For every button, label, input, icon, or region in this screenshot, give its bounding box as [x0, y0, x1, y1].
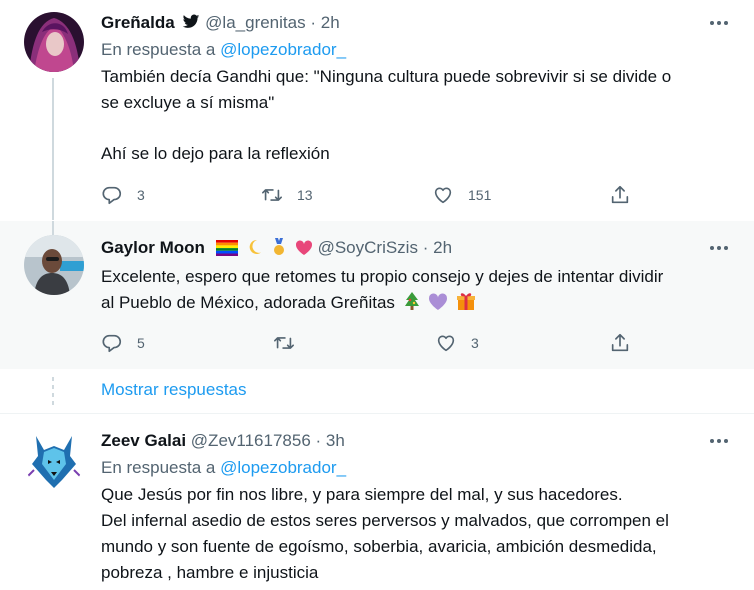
crescent-moon-icon — [245, 238, 263, 262]
show-replies-row[interactable]: Mostrar respuestas — [0, 369, 754, 413]
share-button[interactable] — [609, 183, 631, 207]
retweet-icon — [262, 189, 282, 201]
christmas-tree-icon — [403, 291, 421, 319]
avatar[interactable] — [24, 430, 84, 490]
reply-button[interactable]: 5 — [101, 331, 145, 355]
twitter-bird-icon — [182, 14, 200, 36]
display-name[interactable]: Zeev Galai — [101, 431, 186, 450]
tweet-text: También decía Gandhi que: "Ninguna cultu… — [101, 64, 738, 167]
separator-dot: · — [310, 13, 317, 32]
tweet-text-line — [101, 116, 738, 142]
thread-line — [52, 221, 54, 235]
user-handle[interactable]: @la_grenitas — [205, 13, 305, 32]
tweet-text-line: pobreza , hambre e injusticia — [101, 563, 319, 582]
show-replies-link[interactable]: Mostrar respuestas — [101, 379, 247, 401]
tweet-text-line: al Pueblo de México, adorada Greñitas — [101, 290, 738, 319]
thread-line — [52, 78, 54, 220]
thread-dots — [52, 377, 54, 405]
tweet-actions: 3 13 151 — [101, 183, 641, 207]
like-count: 151 — [468, 187, 492, 203]
share-icon — [611, 185, 629, 204]
tweet-3[interactable]: Zeev Galai @Zev11617856 · 3h En respuest… — [0, 414, 754, 590]
more-horizontal-icon — [710, 439, 728, 443]
avatar[interactable] — [24, 235, 84, 295]
display-name[interactable]: Greñalda — [101, 13, 175, 32]
reply-prefix: En respuesta a — [101, 40, 216, 59]
heart-emoji-icon — [295, 240, 313, 262]
tweet-header: Greñalda @la_grenitas · 2h — [101, 12, 738, 34]
separator-dot: · — [422, 238, 429, 257]
reply-icon — [102, 186, 122, 205]
tweet-text-line: Excelente, espero que retomes tu propio … — [101, 267, 664, 286]
tweet-text: Excelente, espero que retomes tu propio … — [101, 264, 738, 319]
tweet-2[interactable]: Gaylor Moon @SoyCriSzis · 2h Excelente, … — [0, 221, 754, 369]
tweet-text-line: mundo y son fuente de egoísmo, soberbia,… — [101, 537, 657, 556]
reply-prefix: En respuesta a — [101, 458, 216, 477]
more-options-button[interactable] — [708, 430, 730, 452]
separator-dot: · — [315, 431, 322, 450]
retweet-button[interactable] — [273, 331, 309, 355]
tweet-actions: 5 3 — [101, 331, 641, 355]
tweet-text-line: También decía Gandhi que: "Ninguna cultu… — [101, 67, 672, 86]
reply-to-link[interactable]: @lopezobrador_ — [220, 458, 346, 477]
reply-icon — [102, 334, 122, 353]
tweet-text-line: Que Jesús por fin nos libre, y para siem… — [101, 485, 623, 504]
timestamp[interactable]: 2h — [433, 238, 452, 257]
more-horizontal-icon — [710, 21, 728, 25]
reply-context: En respuesta a @lopezobrador_ — [101, 457, 738, 479]
tweet-text-segment: al Pueblo de México, adorada Greñitas — [101, 293, 395, 312]
tweet-text-line: Del infernal asedio de estos seres perve… — [101, 511, 669, 530]
like-count: 3 — [471, 335, 479, 351]
reply-to-link[interactable]: @lopezobrador_ — [220, 40, 346, 59]
user-handle[interactable]: @SoyCriSzis — [318, 238, 418, 257]
reply-count: 5 — [137, 335, 145, 351]
more-horizontal-icon — [710, 246, 728, 250]
tweet-header: Zeev Galai @Zev11617856 · 3h — [101, 430, 738, 452]
tweet-text-line: se excluye a sí misma" — [101, 93, 275, 112]
timestamp[interactable]: 3h — [326, 431, 345, 450]
retweet-button[interactable]: 13 — [261, 183, 313, 207]
timestamp[interactable]: 2h — [321, 13, 340, 32]
share-button[interactable] — [609, 331, 631, 355]
more-options-button[interactable] — [708, 12, 730, 34]
gift-icon — [456, 291, 476, 319]
display-name[interactable]: Gaylor Moon — [101, 238, 205, 257]
reply-button[interactable]: 3 — [101, 183, 145, 207]
share-icon — [611, 333, 629, 352]
purple-heart-icon — [428, 293, 448, 319]
heart-icon — [434, 187, 452, 204]
avatar-image — [24, 12, 84, 72]
like-button[interactable]: 151 — [432, 183, 491, 207]
tweet-header: Gaylor Moon @SoyCriSzis · 2h — [101, 237, 738, 259]
rainbow-flag-icon — [215, 240, 238, 262]
retweet-icon — [274, 337, 294, 349]
tweet-text-line: Ahí se lo dejo para la reflexión — [101, 144, 330, 163]
reply-context: En respuesta a @lopezobrador_ — [101, 39, 738, 61]
medal-icon — [271, 238, 287, 262]
avatar[interactable] — [24, 12, 84, 72]
avatar-image — [24, 235, 84, 295]
more-options-button[interactable] — [708, 237, 730, 259]
tweet-text: Que Jesús por fin nos libre, y para siem… — [101, 482, 738, 586]
retweet-count: 13 — [297, 187, 313, 203]
tweet-1[interactable]: Greñalda @la_grenitas · 2h En respuesta … — [0, 0, 754, 220]
reply-count: 3 — [137, 187, 145, 203]
avatar-image — [24, 430, 84, 490]
heart-icon — [437, 335, 455, 352]
user-handle[interactable]: @Zev11617856 — [191, 431, 311, 450]
like-button[interactable]: 3 — [435, 331, 479, 355]
